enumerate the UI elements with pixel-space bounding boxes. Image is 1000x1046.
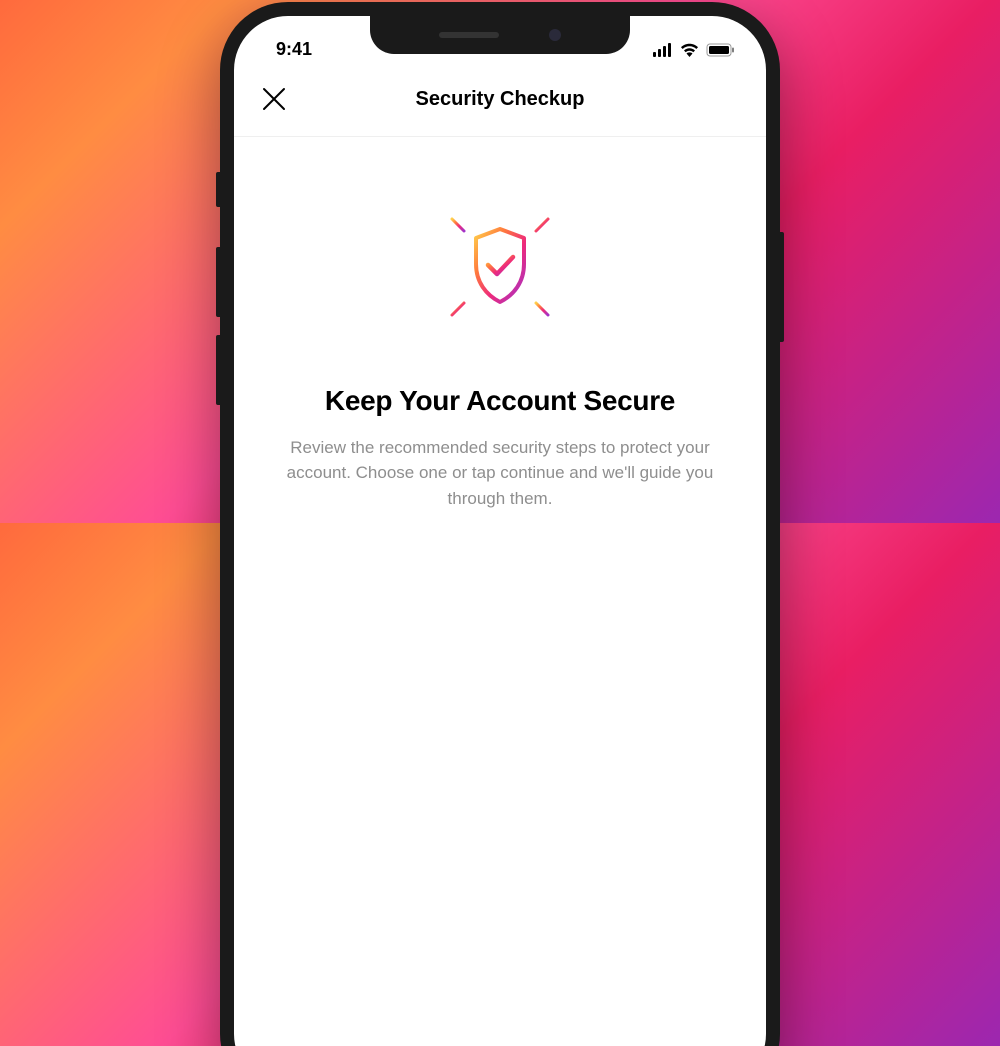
phone-notch — [370, 16, 630, 54]
shield-checkmark-icon — [274, 187, 726, 347]
main-heading: Keep Your Account Secure — [274, 385, 726, 417]
phone-side-button-power — [780, 232, 784, 342]
content-area: Keep Your Account Secure Review the reco… — [234, 137, 766, 512]
status-time: 9:41 — [276, 39, 312, 60]
description-text: Review the recommended security steps to… — [274, 435, 726, 512]
battery-icon — [706, 43, 736, 57]
status-indicators — [653, 43, 736, 57]
page-title: Security Checkup — [416, 88, 585, 111]
wifi-icon — [680, 43, 699, 57]
cellular-signal-icon — [653, 43, 673, 57]
close-icon[interactable] — [262, 84, 286, 116]
phone-frame: 9:41 — [220, 2, 780, 1046]
screen-header: Security Checkup — [234, 66, 766, 137]
phone-screen: 9:41 — [234, 16, 766, 1046]
phone-side-buttons-left — [216, 172, 220, 423]
